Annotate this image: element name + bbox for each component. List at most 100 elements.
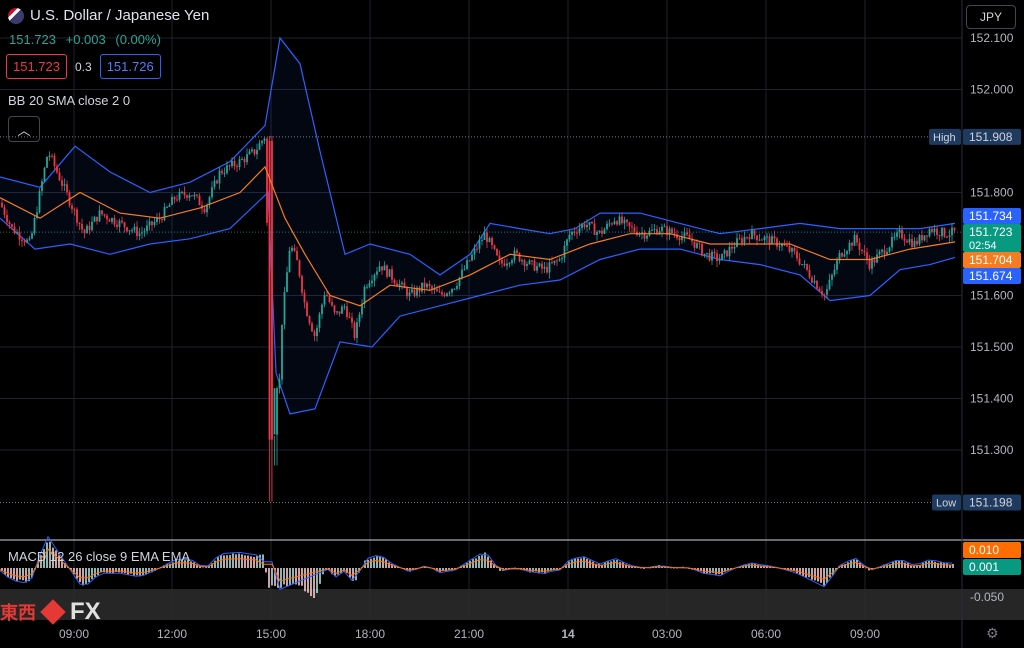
candle-body (896, 232, 898, 237)
macd-hist-bar (802, 568, 804, 577)
candle-body (6, 215, 8, 223)
collapse-legend-button[interactable]: ︿ (8, 116, 40, 142)
macd-hist-bar (829, 568, 831, 578)
candle-body (476, 248, 478, 250)
candle-body (191, 195, 193, 197)
candle-body (443, 294, 446, 297)
candle-body (56, 166, 58, 173)
candle-body (923, 235, 926, 241)
macd-hist-bar (223, 555, 225, 568)
candle-body (141, 232, 143, 234)
x-tick-label: 15:00 (256, 627, 286, 641)
x-tick-label: 14 (561, 627, 575, 641)
candle-body (273, 388, 276, 435)
candle-body (478, 240, 481, 249)
candle-body (558, 259, 561, 261)
candle-body (906, 240, 908, 243)
candle-body (266, 138, 268, 223)
candle-body (708, 252, 711, 261)
candle-body (231, 160, 233, 167)
candle-body (556, 260, 558, 262)
candle-body (376, 271, 378, 275)
candle-body (946, 236, 948, 238)
candle-body (911, 239, 913, 247)
bb-indicator-label[interactable]: BB 20 SMA close 2 0 (8, 93, 130, 108)
macd-indicator-label[interactable]: MACD 12 26 close 9 EMA EMA (8, 549, 190, 564)
macd-hist-bar (469, 560, 471, 568)
macd-hist-bar (118, 568, 120, 573)
candle-body (496, 248, 498, 256)
candle-body (103, 214, 106, 216)
candle-body (218, 170, 221, 184)
candle-body (463, 268, 466, 270)
symbol-header[interactable]: U.S. Dollar / Japanese Yen (8, 7, 209, 24)
candle-body (361, 304, 363, 315)
macd-hist-bar (472, 559, 474, 568)
macd-hist-bar (478, 555, 480, 568)
candle-body (53, 155, 56, 167)
candle-body (768, 236, 771, 245)
macd-hist-bar (373, 557, 375, 568)
candle-body (278, 379, 281, 389)
macd-hist-bar (250, 556, 252, 568)
settings-gear-icon[interactable]: ⚙ (986, 625, 999, 642)
candle-body (886, 251, 888, 255)
candle-body (698, 243, 701, 245)
candle-body (818, 288, 821, 292)
x-tick-label: 18:00 (355, 627, 385, 641)
macd-hist-bar (337, 568, 339, 575)
currency-selector[interactable]: JPY (966, 5, 1016, 29)
candle-body (931, 228, 933, 232)
candle-body (333, 305, 336, 313)
candle-body (8, 222, 11, 225)
candle-body (951, 227, 953, 236)
candle-body (163, 207, 166, 221)
candle-body (366, 286, 368, 288)
high-value-tag: 151.908 (969, 130, 1013, 144)
candle-body (551, 262, 553, 264)
ask-button[interactable]: 151.726 (99, 54, 161, 79)
candle-body (28, 238, 31, 240)
macd-hist-bar (715, 568, 717, 575)
candle-body (876, 254, 878, 263)
candle-body (713, 251, 716, 254)
candle-body (341, 306, 343, 314)
macd-hist-bar (124, 568, 126, 574)
candle-body (608, 223, 611, 225)
candle-body (146, 225, 148, 232)
candle-body (601, 230, 603, 234)
candle-body (216, 180, 218, 184)
macd-hist-bar (811, 568, 813, 580)
macd-hist-bar (379, 555, 381, 568)
macd-hist-bar (709, 568, 711, 574)
candle-body (726, 250, 728, 257)
macd-hist-bar (307, 568, 309, 593)
macd-hist-bar (703, 568, 705, 574)
candle-body (3, 207, 6, 216)
candle-body (101, 210, 103, 215)
candle-body (213, 180, 216, 188)
x-tick-label: 03:00 (652, 627, 682, 641)
x-tick-label: 06:00 (751, 627, 781, 641)
candle-body (743, 236, 746, 243)
candle-body (166, 206, 168, 208)
candle-body (1, 202, 3, 208)
bid-button[interactable]: 151.723 (6, 54, 67, 79)
macd-hist-bar (607, 561, 609, 568)
candle-body (531, 260, 533, 262)
candle-body (441, 292, 443, 295)
candle-body (76, 209, 78, 223)
candle-body (423, 282, 426, 288)
candle-body (116, 224, 118, 227)
macd-hist-bar (247, 555, 249, 568)
macd-hist-bar (850, 559, 852, 568)
macd-hist-bar (190, 561, 192, 568)
macd-hist-bar (589, 560, 591, 568)
candle-body (826, 289, 828, 295)
candle-body (888, 247, 891, 252)
high-label: High (933, 132, 956, 144)
bb-upper-tag: 151.734 (969, 209, 1013, 223)
bb-basis-tag: 151.704 (969, 253, 1013, 267)
candle-body (563, 245, 566, 259)
candle-body (606, 223, 608, 230)
